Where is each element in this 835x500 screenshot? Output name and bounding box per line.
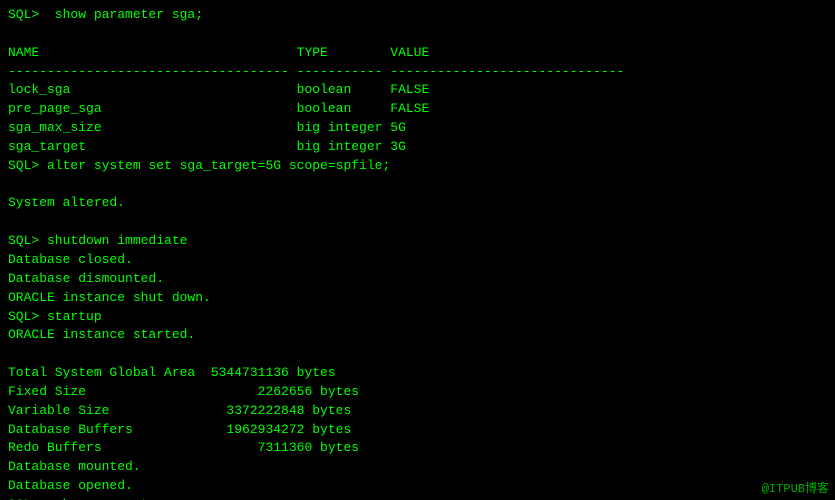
terminal-line: sga_max_size big integer 5G: [8, 119, 827, 138]
terminal-line: sga_target big integer 3G: [8, 138, 827, 157]
terminal-line: lock_sga boolean FALSE: [8, 81, 827, 100]
terminal-line: ORACLE instance shut down.: [8, 289, 827, 308]
terminal-line: Fixed Size 2262656 bytes: [8, 383, 827, 402]
terminal-line: Variable Size 3372222848 bytes: [8, 402, 827, 421]
terminal-line: SQL> shutdown immediate: [8, 232, 827, 251]
terminal-output: SQL> show parameter sga; NAME TYPE VALUE…: [8, 6, 827, 500]
terminal-line: Database opened.: [8, 477, 827, 496]
terminal-line: Redo Buffers 7311360 bytes: [8, 439, 827, 458]
terminal-line: ------------------------------------ ---…: [8, 63, 827, 82]
terminal-line: NAME TYPE VALUE: [8, 44, 827, 63]
terminal-line: [8, 213, 827, 232]
terminal-line: Database mounted.: [8, 458, 827, 477]
terminal-line: pre_page_sga boolean FALSE: [8, 100, 827, 119]
terminal-line: SQL> show parameter sga;: [8, 6, 827, 25]
terminal-line: Database dismounted.: [8, 270, 827, 289]
watermark: @ITPUB博客: [762, 479, 829, 496]
terminal-line: Total System Global Area 5344731136 byte…: [8, 364, 827, 383]
terminal-window: SQL> show parameter sga; NAME TYPE VALUE…: [0, 0, 835, 500]
terminal-line: SQL> alter system set sga_target=5G scop…: [8, 157, 827, 176]
terminal-line: ORACLE instance started.: [8, 326, 827, 345]
terminal-line: Database Buffers 1962934272 bytes: [8, 421, 827, 440]
terminal-line: Database closed.: [8, 251, 827, 270]
terminal-line: [8, 176, 827, 195]
terminal-line: SQL> show parameter sga;: [8, 496, 827, 500]
terminal-line: SQL> startup: [8, 308, 827, 327]
terminal-line: System altered.: [8, 194, 827, 213]
terminal-line: [8, 25, 827, 44]
terminal-line: [8, 345, 827, 364]
